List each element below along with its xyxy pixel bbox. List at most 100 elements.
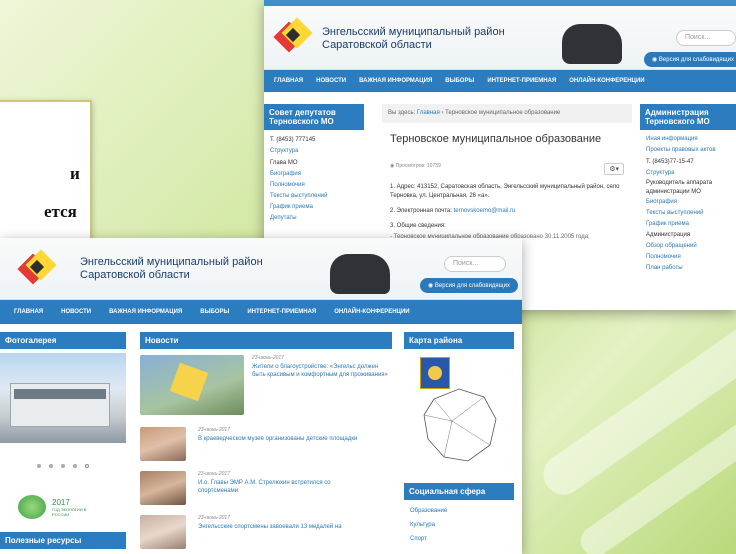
sidebar-item[interactable]: График приема bbox=[270, 202, 358, 213]
right-sidebar-phone: Т. (8453)77-15-47 bbox=[646, 159, 694, 165]
right-sidebar-item[interactable]: Проекты правовых актов bbox=[646, 145, 730, 156]
gallery-photo[interactable] bbox=[0, 353, 126, 443]
news-item[interactable]: 23-июнь-2017 И.о. Главы ЭМР А.М. Стрелюх… bbox=[140, 471, 392, 511]
news-title: Новости bbox=[140, 332, 392, 349]
news-thumbnail bbox=[140, 471, 186, 505]
sidebar-item: Глава МО bbox=[270, 160, 298, 166]
site-name-line1: Энгельсский муниципальный район bbox=[322, 26, 505, 38]
eco-text: ГОД ЭКОЛОГИИ В РОССИИ bbox=[52, 506, 87, 517]
blind-version-button[interactable]: ◉ Версия для слабовидящих bbox=[420, 278, 518, 293]
front-screenshot: Энгельсский муниципальный район Саратовс… bbox=[0, 238, 522, 554]
blind-version-button[interactable]: ◉ Версия для слабовидящих bbox=[644, 52, 736, 67]
nav-item-home[interactable]: ГЛАВНАЯ bbox=[14, 309, 43, 315]
breadcrumb-prefix: Вы здесь: bbox=[388, 110, 416, 116]
main-nav: ГЛАВНАЯ НОВОСТИ ВАЖНАЯ ИНФОРМАЦИЯ ВЫБОРЫ… bbox=[0, 300, 522, 324]
resources-title: Полезные ресурсы bbox=[0, 532, 126, 549]
nav-item-elections[interactable]: ВЫБОРЫ bbox=[200, 309, 229, 315]
breadcrumb-current: Терновское муниципальное образование bbox=[445, 110, 561, 116]
logo-icon bbox=[273, 17, 313, 54]
right-sidebar-item[interactable]: Иная информация bbox=[646, 134, 730, 145]
gallery-title: Фотогалерея bbox=[0, 332, 126, 349]
social-title: Социальная сфера bbox=[404, 483, 514, 500]
views-label: Просмотров: 10739 bbox=[395, 163, 441, 169]
news-link[interactable]: Энгельсские спортсмены завоевали 13 меда… bbox=[198, 523, 378, 531]
views-count: ◉ Просмотров: 10739 bbox=[390, 163, 441, 169]
news-date: 23-июнь-2017 bbox=[198, 471, 230, 477]
nav-item-news[interactable]: НОВОСТИ bbox=[316, 78, 346, 84]
site-name-line2: Саратовской области bbox=[322, 39, 432, 51]
social-item-education[interactable]: Образование bbox=[410, 504, 508, 518]
nav-item-important[interactable]: ВАЖНАЯ ИНФОРМАЦИЯ bbox=[359, 78, 432, 84]
nav-item-elections[interactable]: ВЫБОРЫ bbox=[445, 78, 474, 84]
sidebar-item[interactable]: Депутаты bbox=[270, 213, 358, 224]
map-title: Карта района bbox=[404, 332, 514, 349]
gallery-column: Фотогалерея 2017 ГОД ЭКОЛОГИИ В РОССИИ П… bbox=[0, 332, 126, 554]
gallery-pager[interactable] bbox=[0, 455, 126, 473]
right-sidebar-item: Руководитель аппарата администрации МО bbox=[646, 180, 713, 195]
right-sidebar-item: Администрация bbox=[646, 232, 691, 238]
eco-year-banner[interactable]: 2017 ГОД ЭКОЛОГИИ В РОССИИ bbox=[18, 495, 126, 519]
right-sidebar-item[interactable]: Тексты выступлений bbox=[646, 208, 730, 219]
sidebar-item[interactable]: Структура bbox=[270, 146, 358, 157]
right-sidebar-item[interactable]: Полномочия bbox=[646, 252, 730, 263]
email-label: 2. Электронная почта: bbox=[390, 208, 452, 214]
article-para-general: 3. Общие сведения: bbox=[390, 223, 446, 229]
sidebar-item[interactable]: Биография bbox=[270, 169, 358, 180]
nav-item-home[interactable]: ГЛАВНАЯ bbox=[274, 78, 303, 84]
content-area: Вы здесь: Главная › Терновское муниципал… bbox=[382, 104, 632, 242]
news-column: Новости 23-июнь-2017 Жители о благоустро… bbox=[140, 332, 392, 554]
district-map-outline bbox=[423, 388, 497, 462]
news-link[interactable]: В краеведческом музее организованы детск… bbox=[198, 435, 388, 443]
site-name[interactable]: Энгельсский муниципальный район Саратовс… bbox=[80, 256, 263, 282]
right-sidebar-item[interactable]: Структура bbox=[646, 168, 730, 179]
bull-sculpture-image bbox=[562, 24, 622, 64]
right-sidebar-item[interactable]: График приема bbox=[646, 219, 730, 230]
nav-item-reception[interactable]: ИНТЕРНЕТ-ПРИЕМНАЯ bbox=[487, 78, 556, 84]
news-item[interactable]: 23-июнь-2017 В краеведческом музее орган… bbox=[140, 427, 392, 467]
news-date: 23-июнь-2017 bbox=[198, 427, 230, 433]
eco-year: 2017 bbox=[52, 497, 70, 507]
news-link[interactable]: И.о. Главы ЭМР А.М. Стрелюхин встретился… bbox=[198, 479, 368, 495]
site-header: Энгельсский муниципальный район Саратовс… bbox=[0, 238, 522, 300]
district-map[interactable] bbox=[404, 349, 514, 473]
news-link[interactable]: Жители о благоустройстве: «Энгельс долже… bbox=[252, 363, 392, 379]
bull-sculpture-image bbox=[330, 254, 390, 294]
logo-icon bbox=[17, 249, 57, 286]
nav-item-reception[interactable]: ИНТЕРНЕТ-ПРИЕМНАЯ bbox=[247, 309, 316, 315]
blind-version-label: Версия для слабовидящих bbox=[658, 57, 734, 63]
site-name-line1: Энгельсский муниципальный район bbox=[80, 256, 263, 268]
article-meta: ◉ Просмотров: 10739 ⚙▾ bbox=[382, 163, 632, 175]
gear-icon[interactable]: ⚙▾ bbox=[604, 163, 624, 175]
sidebar-title: Совет депутатов Терновского МО bbox=[264, 104, 364, 130]
email-link[interactable]: ternovskoemo@mail.ru bbox=[454, 208, 516, 214]
left-sidebar: Совет депутатов Терновского МО Т. (8453)… bbox=[264, 104, 364, 228]
nav-item-conferences[interactable]: ОНЛАЙН-КОНФЕРЕНЦИИ bbox=[569, 78, 644, 84]
right-sidebar-item[interactable]: Обзор обращений bbox=[646, 241, 730, 252]
social-item-culture[interactable]: Культура bbox=[410, 518, 508, 532]
eco-logo-icon bbox=[18, 495, 46, 519]
blind-version-label: Версия для слабовидящих bbox=[434, 283, 510, 289]
news-thumbnail bbox=[140, 515, 186, 549]
sidebar-phone: Т. (8453) 777145 bbox=[270, 137, 316, 143]
site-name[interactable]: Энгельсский муниципальный район Саратовс… bbox=[322, 26, 505, 52]
sidebar-item[interactable]: Полномочия bbox=[270, 180, 358, 191]
social-item-sport[interactable]: Спорт bbox=[410, 532, 508, 546]
sidebar-item[interactable]: Тексты выступлений bbox=[270, 191, 358, 202]
right-sidebar-title: Администрация Терновского МО bbox=[640, 104, 736, 130]
right-sidebar-item[interactable]: Биография bbox=[646, 197, 730, 208]
breadcrumb: Вы здесь: Главная › Терновское муниципал… bbox=[382, 104, 632, 123]
breadcrumb-home[interactable]: Главная bbox=[417, 110, 440, 116]
news-item[interactable]: 23-июнь-2017 Энгельсские спортсмены заво… bbox=[140, 515, 392, 554]
search-input[interactable]: Поиск... bbox=[444, 256, 506, 272]
right-sidebar-item[interactable]: План работы bbox=[646, 263, 730, 274]
article-para-address: 1. Адрес: 413152, Саратовская область, Э… bbox=[390, 184, 620, 199]
news-item[interactable]: 23-июнь-2017 Жители о благоустройстве: «… bbox=[140, 355, 392, 415]
news-thumbnail bbox=[140, 427, 186, 461]
search-input[interactable]: Поиск... bbox=[676, 30, 736, 46]
main-nav: ГЛАВНАЯ НОВОСТИ ВАЖНАЯ ИНФОРМАЦИЯ ВЫБОРЫ… bbox=[264, 70, 736, 92]
nav-item-conferences[interactable]: ОНЛАЙН-КОНФЕРЕНЦИИ bbox=[334, 309, 409, 315]
nav-item-important[interactable]: ВАЖНАЯ ИНФОРМАЦИЯ bbox=[109, 309, 182, 315]
site-header: Энгельсский муниципальный район Саратовс… bbox=[264, 6, 736, 70]
site-name-line2: Саратовской области bbox=[80, 269, 190, 281]
nav-item-news[interactable]: НОВОСТИ bbox=[61, 309, 91, 315]
